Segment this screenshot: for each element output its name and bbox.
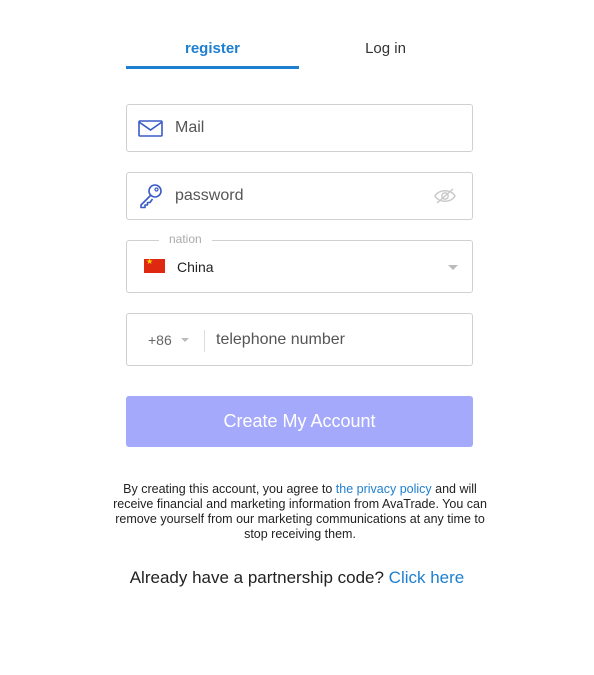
create-account-button[interactable]: Create My Account (126, 396, 473, 447)
tab-register[interactable]: register (126, 30, 299, 68)
china-flag-icon: ★ (144, 257, 165, 273)
terms-text: By creating this account, you agree to t… (108, 482, 492, 542)
phone-field: +86 (126, 313, 473, 366)
nation-value: China (177, 259, 214, 275)
chevron-down-icon (181, 338, 189, 342)
click-here-link[interactable]: Click here (389, 568, 465, 587)
flag-star-icon: ★ (146, 257, 154, 266)
mail-icon (137, 117, 165, 141)
password-input[interactable] (175, 173, 435, 219)
password-field (126, 172, 473, 220)
partnership-text: Already have a partnership code? (129, 568, 389, 587)
country-code-select[interactable]: +86 (127, 314, 205, 365)
key-icon (137, 184, 165, 209)
divider (204, 330, 205, 352)
privacy-policy-link[interactable]: the privacy policy (336, 482, 432, 496)
partnership-prompt: Already have a partnership code? Click h… (0, 568, 594, 588)
active-tab-indicator (126, 66, 299, 69)
country-code-value: +86 (148, 332, 172, 348)
eye-icon[interactable] (434, 187, 456, 205)
terms-before: By creating this account, you agree to (123, 482, 336, 496)
mail-input[interactable] (175, 105, 435, 151)
chevron-down-icon (448, 265, 458, 270)
nation-select[interactable]: nation ★ China (126, 232, 473, 293)
mail-field (126, 104, 473, 152)
tab-login[interactable]: Log in (299, 30, 472, 68)
auth-tabs: register Log in (126, 30, 472, 70)
phone-input[interactable] (216, 314, 456, 365)
